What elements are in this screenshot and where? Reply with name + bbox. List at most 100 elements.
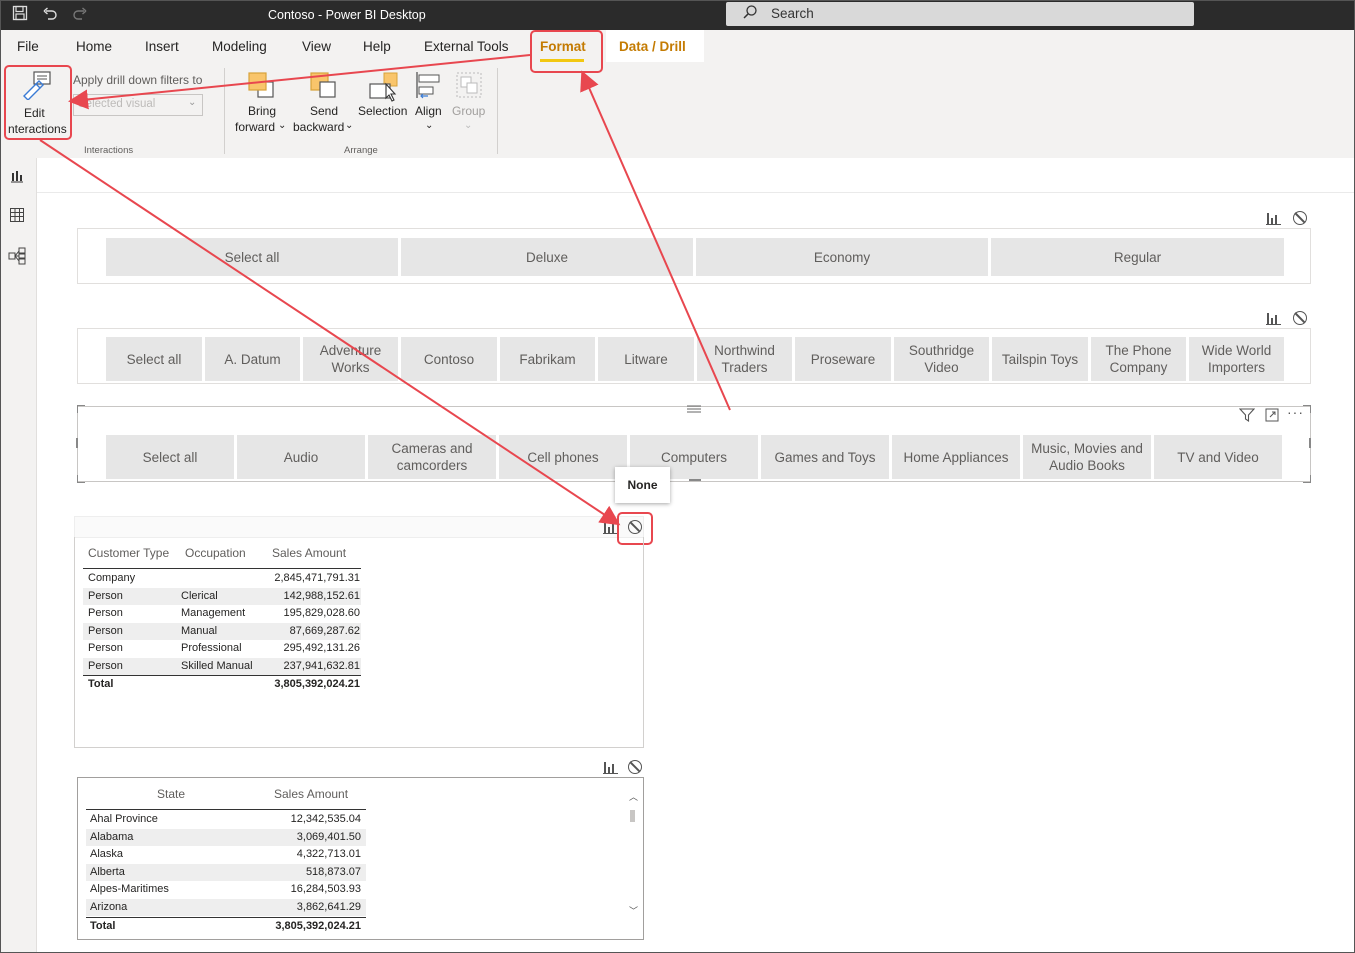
table-cell: Person xyxy=(88,624,123,637)
none-interaction-icon[interactable] xyxy=(1293,311,1307,325)
chevron-down-icon: ⌄ xyxy=(464,120,473,131)
slicer-chip[interactable]: Tailspin Toys xyxy=(992,337,1088,381)
table-row: Person Skilled Manual 237,941,632.81 xyxy=(83,657,361,675)
slicer-chip[interactable]: Games and Toys xyxy=(761,435,889,479)
filter-icon[interactable] xyxy=(1238,408,1256,427)
table-row: Alaska 4,322,713.01 xyxy=(86,846,366,864)
slicer-chip[interactable]: Cameras and camcorders xyxy=(368,435,496,479)
tab-home[interactable]: Home xyxy=(76,39,112,54)
focus-mode-icon[interactable] xyxy=(1265,408,1279,427)
column-header[interactable]: Customer Type xyxy=(88,546,169,560)
tab-view[interactable]: View xyxy=(302,39,331,54)
data-view-icon[interactable] xyxy=(7,207,27,227)
vertical-scrollbar[interactable]: ︿ ﹀ xyxy=(628,790,638,920)
window-title: Contoso - Power BI Desktop xyxy=(268,8,426,22)
resize-handle[interactable] xyxy=(1303,475,1311,483)
scrollbar-thumb[interactable] xyxy=(630,810,635,822)
send-backward-label-2: backward xyxy=(293,120,345,134)
slicer-chip[interactable]: Select all xyxy=(106,435,234,479)
slicer-chip[interactable]: A. Datum xyxy=(205,337,300,381)
drag-handle-icon[interactable] xyxy=(686,402,702,420)
slicer-chip[interactable]: Contoso xyxy=(401,337,497,381)
column-header[interactable]: Sales Amount xyxy=(274,787,348,801)
slicer-chip[interactable]: Cell phones xyxy=(499,435,627,479)
total-label: Total xyxy=(90,920,116,932)
slicer-chip[interactable]: Fabrikam xyxy=(500,337,595,381)
resize-handle[interactable] xyxy=(1303,405,1311,413)
table-cell: 3,862,641.29 xyxy=(296,900,361,913)
title-bar: Contoso - Power BI Desktop Search xyxy=(0,0,1355,30)
scroll-down-icon[interactable]: ﹀ xyxy=(629,904,638,917)
resize-handle[interactable] xyxy=(1309,438,1311,448)
apply-drill-value: Selected visual xyxy=(78,98,156,110)
report-view-icon[interactable] xyxy=(7,168,27,188)
bring-forward-label-2: forward xyxy=(235,120,276,134)
more-options-icon[interactable]: ··· xyxy=(1287,404,1304,420)
redo-icon[interactable] xyxy=(70,5,90,25)
undo-icon[interactable] xyxy=(40,5,60,25)
column-header[interactable]: Sales Amount xyxy=(272,546,346,560)
bring-forward-button[interactable]: Bring forward ⌄ xyxy=(232,68,290,138)
resize-handle[interactable] xyxy=(77,475,85,483)
chevron-down-icon: ⌄ xyxy=(345,120,354,131)
tab-modeling[interactable]: Modeling xyxy=(212,39,267,54)
table-cell: Alpes-Maritimes xyxy=(90,883,169,895)
resize-handle[interactable] xyxy=(77,405,85,413)
total-row: Total 3,805,392,024.21 xyxy=(83,676,361,694)
tab-data-drill[interactable]: Data / Drill xyxy=(606,30,704,62)
resize-handle[interactable] xyxy=(689,479,701,481)
table-cell: 237,941,632.81 xyxy=(283,659,360,672)
slicer-chip[interactable]: Northwind Traders xyxy=(697,337,792,381)
state-sales-table: State Sales Amount Ahal Province 12,342,… xyxy=(77,777,644,940)
slicer-chip[interactable]: The Phone Company xyxy=(1091,337,1186,381)
slicer-chip[interactable]: Litware xyxy=(598,337,694,381)
slicer-chip[interactable]: TV and Video xyxy=(1154,435,1282,479)
send-backward-button[interactable]: Send backward ⌄ xyxy=(292,68,356,138)
filter-interaction-icon[interactable] xyxy=(603,760,619,774)
search-icon xyxy=(742,4,758,24)
group-button[interactable]: Group ⌄ xyxy=(450,68,490,138)
table-row: Person Clerical 142,988,152.61 xyxy=(83,587,361,605)
search-input[interactable]: Search xyxy=(771,6,814,21)
slicer-chip[interactable]: Adventure Works xyxy=(303,337,398,381)
tab-file[interactable]: File xyxy=(17,39,39,54)
slicer-chip[interactable]: Audio xyxy=(237,435,365,479)
slicer-chip[interactable]: Select all xyxy=(106,337,202,381)
filter-interaction-icon[interactable] xyxy=(1266,311,1282,325)
bring-forward-icon xyxy=(246,70,276,105)
table-cell: Arizona xyxy=(90,900,128,913)
slicer-chip[interactable]: Music, Movies and Audio Books xyxy=(1023,435,1151,479)
apply-drill-label: Apply drill down filters to xyxy=(73,73,203,87)
table-cell: 4,322,713.01 xyxy=(296,848,361,860)
slicer-chip[interactable]: Wide World Importers xyxy=(1189,337,1284,381)
none-interaction-icon[interactable] xyxy=(628,760,642,774)
group-label-interactions: Interactions xyxy=(84,145,134,156)
save-icon[interactable] xyxy=(10,5,30,25)
search-box[interactable]: Search xyxy=(726,2,1194,26)
align-button[interactable]: Align ⌄ xyxy=(412,68,446,138)
slicer-chip[interactable]: Select all xyxy=(106,238,398,276)
tab-insert[interactable]: Insert xyxy=(145,39,179,54)
column-header[interactable]: Occupation xyxy=(185,546,246,560)
column-header[interactable]: State xyxy=(157,787,185,801)
tab-external-tools[interactable]: External Tools xyxy=(424,39,509,54)
slicer-chip[interactable]: Regular xyxy=(991,238,1284,276)
slicer-chip[interactable]: Economy xyxy=(696,238,988,276)
table-cell: Person xyxy=(88,607,123,619)
model-view-icon[interactable] xyxy=(7,247,27,267)
table-cell: 16,284,503.93 xyxy=(290,883,361,895)
slicer-chip[interactable]: Southridge Video xyxy=(894,337,989,381)
apply-drill-dropdown[interactable]: Selected visual ⌄ xyxy=(73,94,203,116)
filter-interaction-icon[interactable] xyxy=(1266,211,1282,225)
tab-help[interactable]: Help xyxy=(363,39,391,54)
slicer-chip[interactable]: Home Appliances xyxy=(892,435,1020,479)
none-interaction-icon[interactable] xyxy=(1293,211,1307,225)
resize-handle[interactable] xyxy=(76,438,78,448)
scroll-up-icon[interactable]: ︿ xyxy=(629,790,638,803)
slicer-chip[interactable]: Proseware xyxy=(795,337,891,381)
table-cell: Person xyxy=(88,642,123,654)
table-row: Person Management 195,829,028.60 xyxy=(83,605,361,623)
selection-button[interactable]: Selection xyxy=(358,68,410,138)
slicer-chip[interactable]: Deluxe xyxy=(401,238,693,276)
table-cell: Alaska xyxy=(90,848,124,860)
